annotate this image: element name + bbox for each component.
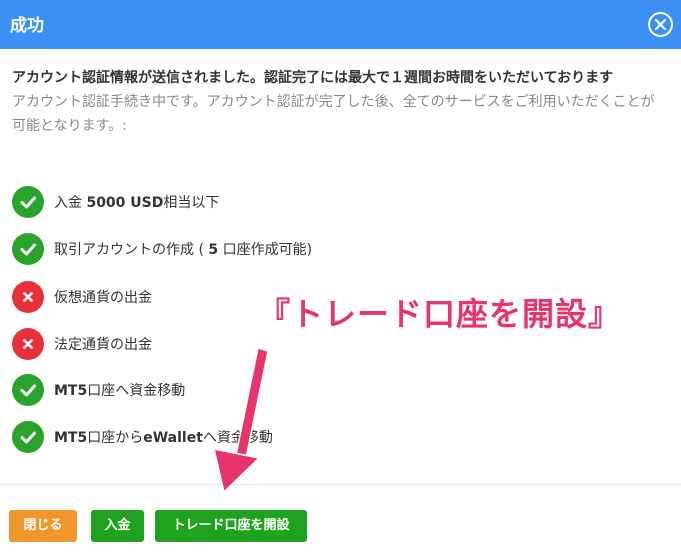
modal-header: 成功 <box>0 0 681 49</box>
success-message: アカウント認証情報が送信されました。認証完了には最大で１週間お時間をいただいてお… <box>12 70 614 86</box>
check-icon <box>12 421 44 453</box>
feature-label: 法定通貨の出金 <box>54 337 152 353</box>
annotation-text: 『トレード口座を開設』 <box>258 295 622 333</box>
check-icon <box>12 233 44 265</box>
check-icon <box>12 374 44 406</box>
feature-label: 入金 5000 USD相当以下 <box>54 195 220 211</box>
check-icon <box>12 186 44 218</box>
footer-divider <box>0 484 681 485</box>
feature-label: MT5口座からeWalletへ資金移動 <box>54 430 273 446</box>
x-icon <box>12 328 44 360</box>
deposit-button[interactable]: 入金 <box>91 510 144 542</box>
feature-label: 取引アカウントの作成 ( 5 口座作成可能) <box>54 242 313 258</box>
close-icon[interactable] <box>647 11 674 38</box>
open-trade-account-button[interactable]: トレード口座を開設 <box>155 510 307 542</box>
x-icon <box>12 281 44 313</box>
close-button[interactable]: 閉じる <box>9 510 77 542</box>
feature-label: 仮想通貨の出金 <box>54 290 152 306</box>
info-message: アカウント認証手続き中です。アカウント認証が完了した後、全てのサービスをご利用い… <box>12 94 655 134</box>
modal-title: 成功 <box>10 16 44 36</box>
modal-body: アカウント認証情報が送信されました。認証完了には最大で１週間お時間をいただいてお… <box>12 66 667 138</box>
feature-label: MT5口座へ資金移動 <box>54 383 186 399</box>
